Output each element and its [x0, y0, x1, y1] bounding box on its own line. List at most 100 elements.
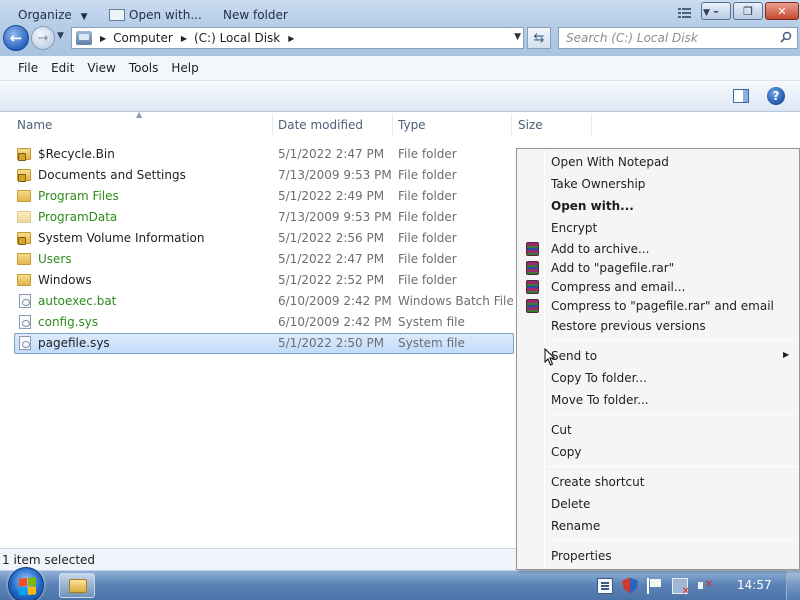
menu-item-cut[interactable]: Cut	[517, 420, 799, 440]
file-type: File folder	[398, 189, 457, 203]
file-row-recycle-bin[interactable]: $Recycle.Bin 5/1/2022 2:47 PM File folde…	[0, 144, 516, 165]
new-folder-button[interactable]: New folder	[223, 8, 288, 22]
file-name: autoexec.bat	[38, 294, 117, 308]
breadcrumb-computer[interactable]: Computer	[113, 31, 173, 45]
file-row-programdata[interactable]: ProgramData 7/13/2009 9:53 PM File folde…	[0, 207, 516, 228]
menu-item-add-to-archive[interactable]: Add to archive...	[517, 239, 799, 259]
action-center-flag-icon[interactable]	[647, 577, 663, 594]
column-divider[interactable]	[392, 114, 393, 136]
menu-item-encrypt[interactable]: Encrypt	[517, 218, 799, 238]
recent-pages-dropdown[interactable]: ▼	[57, 31, 64, 41]
computer-icon	[76, 31, 92, 45]
file-type: Windows Batch File	[398, 294, 514, 308]
open-with-button[interactable]: Open with...	[109, 8, 202, 22]
menu-view[interactable]: View	[87, 61, 115, 75]
document-icon[interactable]	[597, 577, 613, 594]
file-type: File folder	[398, 231, 457, 245]
menu-item-copy[interactable]: Copy	[517, 442, 799, 462]
column-header-name[interactable]: Name	[17, 118, 52, 132]
file-row-documents-and-settings[interactable]: Documents and Settings 7/13/2009 9:53 PM…	[0, 165, 516, 186]
file-row-autoexec-bat[interactable]: autoexec.bat 6/10/2009 2:42 PM Windows B…	[0, 291, 516, 312]
menu-item-compress-to-pagefile-rar-and-email[interactable]: Compress to "pagefile.rar" and email	[517, 296, 799, 316]
file-type: System file	[398, 336, 465, 350]
file-name: $Recycle.Bin	[38, 147, 115, 161]
refresh-button[interactable]: ⇆	[527, 27, 551, 49]
menu-item-restore-previous-versions[interactable]: Restore previous versions	[517, 316, 799, 336]
file-name: config.sys	[38, 315, 99, 329]
maximize-button[interactable]: ❐	[733, 2, 763, 20]
sort-ascending-icon: ▲	[136, 110, 143, 119]
column-header-type[interactable]: Type	[398, 118, 426, 132]
menu-item-compress-and-email[interactable]: Compress and email...	[517, 277, 799, 297]
column-divider[interactable]	[272, 114, 273, 136]
file-row-system-volume-information[interactable]: System Volume Information 5/1/2022 2:56 …	[0, 228, 516, 249]
winrar-archive-icon	[526, 280, 539, 294]
locked-folder-icon	[17, 169, 31, 182]
menu-item-open-with[interactable]: Open with...	[517, 196, 799, 216]
address-history-dropdown[interactable]: ▼	[514, 32, 521, 42]
taskbar-explorer-button[interactable]	[59, 573, 95, 598]
taskbar-clock[interactable]: 14:57	[737, 578, 772, 592]
file-name: Users	[38, 252, 72, 266]
menu-tools[interactable]: Tools	[129, 61, 159, 75]
breadcrumb-arrow-icon[interactable]: ▶	[181, 34, 187, 43]
menu-item-take-ownership[interactable]: Take Ownership	[517, 174, 799, 194]
forward-button[interactable]: →	[31, 26, 55, 50]
search-box[interactable]	[558, 27, 798, 49]
breadcrumb-arrow-icon[interactable]: ▶	[100, 34, 106, 43]
menu-item-delete[interactable]: Delete	[517, 494, 799, 514]
column-header-size[interactable]: Size	[518, 118, 543, 132]
menu-help[interactable]: Help	[171, 61, 198, 75]
file-date: 6/10/2009 2:42 PM	[278, 315, 392, 329]
column-divider[interactable]	[591, 114, 592, 136]
organize-button[interactable]: Organize ▼	[18, 8, 88, 22]
file-date: 5/1/2022 2:47 PM	[278, 147, 385, 161]
search-input[interactable]	[559, 28, 769, 48]
file-date: 7/13/2009 9:53 PM	[278, 168, 392, 182]
search-icon[interactable]	[780, 31, 792, 43]
network-disconnected-icon[interactable]	[672, 577, 690, 597]
file-row-users[interactable]: Users 5/1/2022 2:47 PM File folder	[0, 249, 516, 270]
preview-pane-icon[interactable]	[733, 89, 749, 103]
change-view-button[interactable]: ▼	[678, 7, 710, 19]
file-row-config-sys[interactable]: config.sys 6/10/2009 2:42 PM System file	[0, 312, 516, 333]
menu-item-send-to[interactable]: Send to ▶	[517, 346, 799, 366]
file-row-pagefile-sys[interactable]: pagefile.sys 5/1/2022 2:50 PM System fil…	[0, 333, 516, 354]
mouse-cursor-icon	[544, 348, 556, 366]
refresh-icon: ⇆	[533, 30, 545, 46]
menu-file[interactable]: File	[18, 61, 38, 75]
menu-item-add-to-pagefile-rar[interactable]: Add to "pagefile.rar"	[517, 258, 799, 278]
folder-icon	[17, 253, 31, 265]
menu-item-rename[interactable]: Rename	[517, 516, 799, 536]
menu-item-open-with-notepad[interactable]: Open With Notepad	[517, 152, 799, 172]
column-divider[interactable]	[511, 114, 512, 136]
breadcrumb-arrow-icon[interactable]: ▶	[288, 34, 294, 43]
file-type: File folder	[398, 168, 457, 182]
file-date: 7/13/2009 9:53 PM	[278, 210, 392, 224]
menu-item-move-to-folder[interactable]: Move To folder...	[517, 390, 799, 410]
column-header-date-modified[interactable]: Date modified	[278, 118, 363, 132]
file-name: ProgramData	[38, 210, 118, 224]
help-icon[interactable]: ?	[767, 87, 785, 105]
folder-icon	[17, 274, 31, 286]
close-button[interactable]: ✕	[765, 2, 799, 20]
menu-item-copy-to-folder[interactable]: Copy To folder...	[517, 368, 799, 388]
file-row-program-files[interactable]: Program Files 5/1/2022 2:49 PM File fold…	[0, 186, 516, 207]
show-desktop-button[interactable]	[786, 571, 800, 600]
submenu-arrow-icon: ▶	[783, 350, 790, 359]
file-row-windows[interactable]: Windows 5/1/2022 2:52 PM File folder	[0, 270, 516, 291]
menu-item-create-shortcut[interactable]: Create shortcut	[517, 472, 799, 492]
security-shield-icon[interactable]	[622, 577, 638, 594]
address-bar[interactable]: ▶ Computer ▶ (C:) Local Disk ▶ ▼	[71, 27, 524, 49]
folder-icon	[69, 579, 87, 593]
menu-edit[interactable]: Edit	[51, 61, 74, 75]
file-date: 5/1/2022 2:47 PM	[278, 252, 385, 266]
breadcrumb-local-disk[interactable]: (C:) Local Disk	[194, 31, 280, 45]
volume-muted-icon[interactable]	[697, 578, 713, 594]
file-list: $Recycle.Bin 5/1/2022 2:47 PM File folde…	[0, 144, 516, 354]
menu-item-properties[interactable]: Properties	[517, 546, 799, 566]
menu-separator	[547, 540, 797, 541]
back-button[interactable]: ←	[3, 25, 29, 51]
file-type: File folder	[398, 147, 457, 161]
start-button[interactable]	[8, 567, 44, 600]
